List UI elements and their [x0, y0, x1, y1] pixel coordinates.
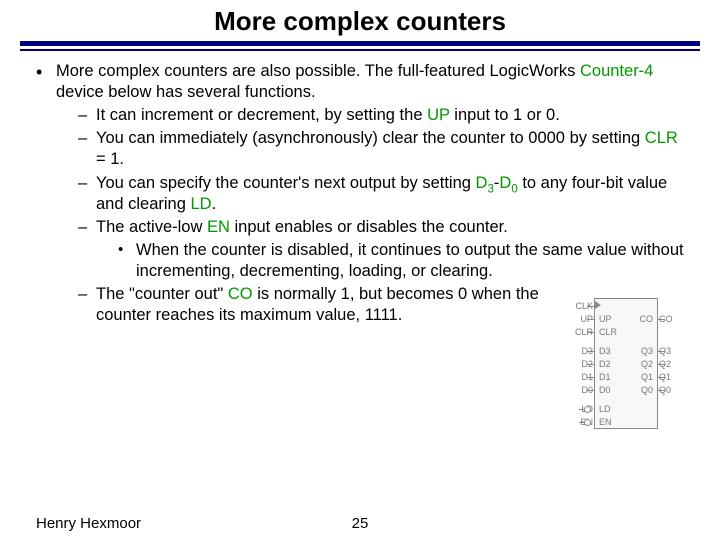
sub-item: It can increment or decrement, by settin…: [78, 105, 684, 126]
en-link: EN: [207, 218, 230, 236]
divider-thick: [20, 41, 700, 46]
text: input enables or disables the counter.: [230, 218, 508, 236]
pin-label: Q3: [657, 346, 681, 356]
up-link: UP: [427, 106, 450, 124]
d0-link: D0: [499, 174, 517, 192]
pin-label: Q0: [657, 385, 681, 395]
bullet-main: More complex counters are also possible.…: [36, 61, 684, 326]
text: The "counter out": [96, 285, 228, 303]
sub-item: The active-low EN input enables or disab…: [78, 217, 684, 282]
sub-item: You can specify the counter's next outpu…: [78, 173, 684, 215]
inversion-bubble-icon: [584, 419, 591, 426]
text: The active-low: [96, 218, 207, 236]
d3-link: D3: [476, 174, 494, 192]
pin-label: Q1: [657, 372, 681, 382]
counter4-chip-diagram: CLK UP UP CO CO CLR CLR D3: [572, 298, 680, 429]
text: .: [212, 195, 217, 213]
sub-item: You can immediately (asynchronously) cle…: [78, 128, 684, 170]
slide-body: More complex counters are also possible.…: [0, 51, 720, 326]
text: = 1.: [96, 150, 124, 168]
text: Works: [529, 62, 580, 80]
ld-link: LD: [190, 195, 211, 213]
text: When the counter is disabled, it continu…: [136, 241, 684, 280]
text: More complex counters are also possible.…: [56, 62, 529, 80]
text: device below has several functions.: [56, 83, 316, 101]
text: You can specify the counter's next outpu…: [96, 174, 476, 192]
pin-label: CO: [657, 314, 681, 324]
text: input to 1 or 0.: [450, 106, 560, 124]
inversion-bubble-icon: [584, 406, 591, 413]
counter4-link: Counter-4: [580, 62, 653, 80]
co-link: CO: [228, 285, 253, 303]
text: You can immediately (asynchronously) cle…: [96, 129, 645, 147]
subsub-item: When the counter is disabled, it continu…: [118, 240, 684, 282]
pin-label: Q2: [657, 359, 681, 369]
clr-link: CLR: [645, 129, 678, 147]
text: It can increment or decrement, by settin…: [96, 106, 427, 124]
slide-title: More complex counters: [0, 6, 720, 37]
clock-triangle-icon: [595, 301, 601, 309]
footer-page-number: 25: [0, 515, 720, 532]
